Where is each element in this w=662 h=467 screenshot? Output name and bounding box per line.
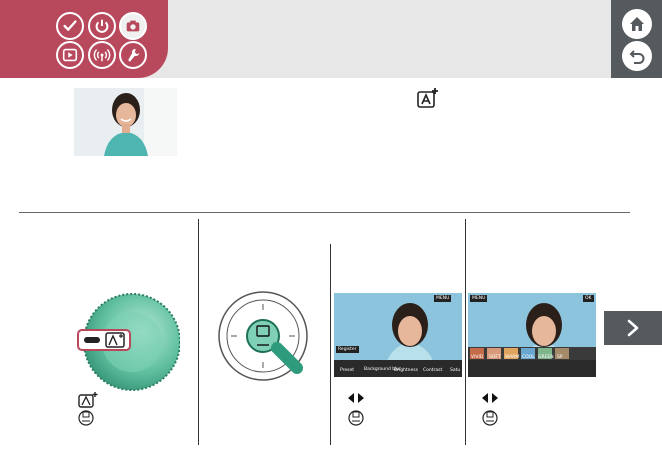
- camera-icon[interactable]: [119, 12, 147, 40]
- screen-filters: MENU OK VIVID SOFT WARM COOL GREEN SP: [468, 293, 596, 377]
- register-label: Register: [336, 346, 359, 353]
- control-dial-illustration: [217, 290, 309, 382]
- filter-label: SOFT: [489, 355, 501, 360]
- back-icon[interactable]: [622, 41, 652, 71]
- ok-badge: OK: [583, 295, 594, 302]
- column-separator: [198, 219, 199, 445]
- bar-item: Contrast: [423, 368, 443, 373]
- bar-item: Brightness: [394, 368, 418, 373]
- filter-bar: [468, 360, 596, 377]
- auto-plus-icon: [416, 86, 440, 110]
- filter-label: COOL: [522, 355, 535, 360]
- wireless-icon[interactable]: [88, 41, 116, 69]
- filter-label: VIVID: [471, 355, 484, 360]
- auto-plus-icon: [78, 392, 98, 408]
- power-icon[interactable]: [88, 12, 116, 40]
- playback-icon[interactable]: [56, 41, 84, 69]
- home-icon[interactable]: [622, 9, 652, 39]
- next-page-button[interactable]: [604, 311, 662, 345]
- step1-icons: [78, 391, 100, 431]
- column-separator: [465, 219, 466, 445]
- column-separator: [330, 244, 331, 445]
- header-bar: [0, 0, 662, 78]
- next-arrow-icon: [627, 319, 639, 337]
- filter-label: SP: [557, 355, 563, 360]
- set-button-icon: [482, 410, 498, 426]
- wrench-icon[interactable]: [119, 41, 147, 69]
- filter-label: WARM: [505, 355, 520, 360]
- step4-icons: [480, 391, 502, 431]
- checkmark-icon[interactable]: [56, 12, 84, 40]
- menu-badge: MENU: [470, 295, 488, 302]
- menu-badge: MENU: [434, 295, 452, 302]
- mode-dial-illustration: [76, 290, 181, 394]
- header-tab: [0, 0, 168, 78]
- section-divider: [19, 212, 630, 213]
- screen-creative-assist: MENU Register Preset Background blur Bri…: [334, 293, 462, 377]
- nav-sidebar: [611, 0, 662, 78]
- bar-item: Preset: [340, 368, 355, 373]
- left-right-arrows-icon: [348, 393, 364, 403]
- step3-icons: [346, 391, 368, 431]
- left-right-arrows-icon: [482, 393, 498, 403]
- filter-label: GREEN: [538, 355, 554, 360]
- set-button-icon: [78, 410, 94, 426]
- set-button-icon: [348, 410, 364, 426]
- bar-item: Satu: [450, 368, 461, 373]
- subject-photo: [74, 88, 177, 156]
